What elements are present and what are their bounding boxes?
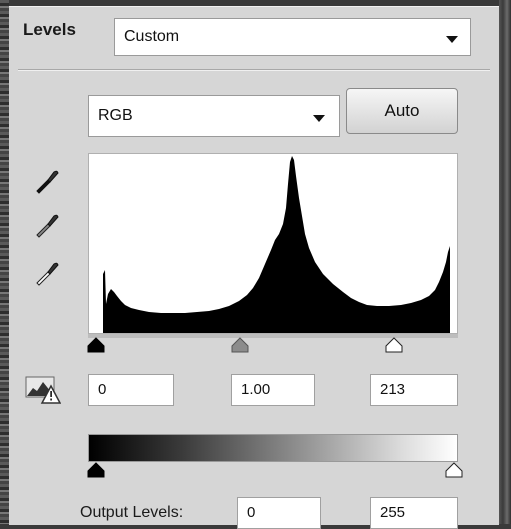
background-texture-left xyxy=(0,0,9,524)
highlight-slider-handle[interactable] xyxy=(385,337,403,353)
panel-divider xyxy=(18,69,490,71)
preset-value: Custom xyxy=(124,28,180,45)
auto-button[interactable]: Auto xyxy=(346,88,458,134)
black-eyedropper-icon[interactable] xyxy=(34,168,60,194)
chevron-down-icon xyxy=(313,115,325,122)
output-white-handle[interactable] xyxy=(445,462,463,478)
input-highlight-field[interactable]: 213 xyxy=(370,374,458,406)
channel-value: RGB xyxy=(98,107,133,124)
histogram xyxy=(88,153,458,334)
preset-dropdown[interactable]: Custom xyxy=(114,18,471,56)
output-low-field[interactable]: 0 xyxy=(237,497,321,529)
white-eyedropper-icon[interactable] xyxy=(34,260,60,286)
midtone-slider-handle[interactable] xyxy=(231,337,249,353)
output-levels-label: Output Levels: xyxy=(80,504,184,521)
input-shadow-field[interactable]: 0 xyxy=(88,374,174,406)
shadow-slider-handle[interactable] xyxy=(87,337,105,353)
channel-dropdown[interactable]: RGB xyxy=(88,95,340,137)
background-texture-right xyxy=(499,0,511,524)
panel-title: Levels xyxy=(23,20,76,39)
gray-eyedropper-icon[interactable] xyxy=(34,212,60,238)
output-black-handle[interactable] xyxy=(87,462,105,478)
clipping-warning-icon[interactable] xyxy=(25,374,61,404)
levels-panel: Levels Custom RGB Auto 0 1.00 213 Output… xyxy=(9,6,499,529)
output-high-field[interactable]: 255 xyxy=(370,497,458,529)
output-gradient-bar xyxy=(88,434,458,462)
chevron-down-icon xyxy=(446,36,458,43)
histogram-graph xyxy=(103,156,450,333)
histogram-fill xyxy=(103,156,450,333)
input-midtone-field[interactable]: 1.00 xyxy=(231,374,315,406)
